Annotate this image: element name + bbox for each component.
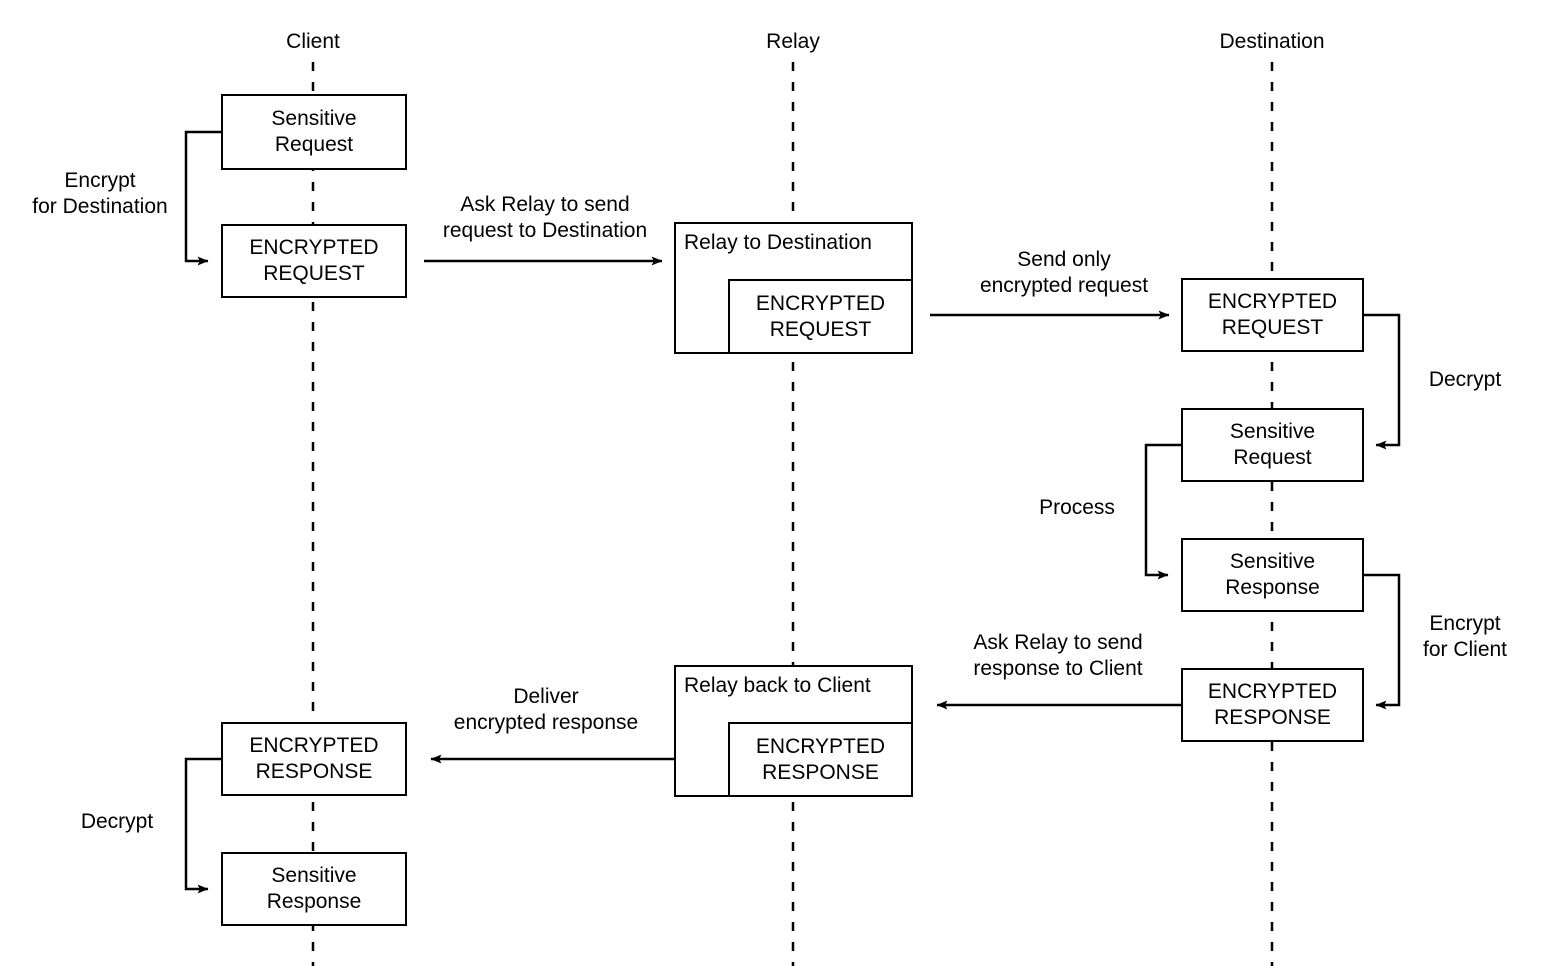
node-destination-encrypted-request-label: ENCRYPTED REQUEST (1207, 290, 1338, 339)
node-client-sensitive-response[interactable]: Sensitive Response (221, 852, 407, 926)
node-destination-sensitive-response[interactable]: Sensitive Response (1181, 538, 1364, 612)
node-client-sensitive-request-label: Sensitive Request (271, 107, 357, 156)
edge-label-send-only-encrypted-request: Send only encrypted request (979, 248, 1149, 297)
node-client-sensitive-request[interactable]: Sensitive Request (221, 94, 407, 170)
node-destination-encrypted-request[interactable]: ENCRYPTED REQUEST (1181, 278, 1364, 352)
lifeline-label-destination: Destination (1219, 30, 1325, 53)
arrow-encrypt-for-client (1364, 573, 1401, 710)
node-client-encrypted-request[interactable]: ENCRYPTED REQUEST (221, 224, 407, 298)
node-destination-encrypted-response[interactable]: ENCRYPTED RESPONSE (1181, 668, 1364, 742)
node-relay-encrypted-response[interactable]: ENCRYPTED RESPONSE (728, 722, 913, 797)
diagram-canvas: Client Relay Destination Sensitive Reques… (0, 0, 1568, 966)
arrow-process (1144, 443, 1181, 580)
node-client-encrypted-response[interactable]: ENCRYPTED RESPONSE (221, 722, 407, 796)
edge-label-encrypt-for-destination: Encrypt for Destination (32, 169, 168, 218)
edge-label-ask-relay-send-response: Ask Relay to send response to Client (973, 631, 1143, 680)
node-relay-back-to-client-label: Relay back to Client (684, 674, 871, 697)
edge-label-decrypt-client: Decrypt (80, 810, 154, 833)
lifeline-label-relay: Relay (766, 30, 820, 53)
edge-label-encrypt-for-client: Encrypt for Client (1422, 612, 1508, 661)
edge-label-decrypt-destination: Decrypt (1428, 368, 1502, 391)
arrow-decrypt-destination (1364, 313, 1401, 450)
node-destination-sensitive-request-label: Sensitive Request (1229, 420, 1316, 469)
arrow-decrypt-client (184, 757, 221, 894)
node-relay-encrypted-request[interactable]: ENCRYPTED REQUEST (728, 279, 913, 354)
node-client-sensitive-response-label: Sensitive Response (266, 864, 362, 913)
node-client-encrypted-response-label: ENCRYPTED RESPONSE (249, 734, 379, 783)
node-relay-to-destination-label: Relay to Destination (684, 231, 872, 254)
lifeline-label-client: Client (286, 30, 340, 53)
node-relay-encrypted-response-label: ENCRYPTED RESPONSE (755, 734, 886, 784)
node-client-encrypted-request-label: ENCRYPTED REQUEST (249, 236, 379, 285)
node-destination-sensitive-response-label: Sensitive Response (1225, 550, 1320, 599)
arrow-encrypt-for-destination (184, 130, 221, 266)
node-destination-sensitive-request[interactable]: Sensitive Request (1181, 408, 1364, 482)
edge-label-ask-relay-send-request: Ask Relay to send request to Destination (442, 193, 648, 242)
edge-label-deliver-encrypted-response: Deliver encrypted response (453, 685, 639, 734)
edge-label-process: Process (1039, 496, 1115, 519)
node-destination-encrypted-response-label: ENCRYPTED RESPONSE (1207, 680, 1338, 729)
node-relay-encrypted-request-label: ENCRYPTED REQUEST (755, 291, 886, 341)
